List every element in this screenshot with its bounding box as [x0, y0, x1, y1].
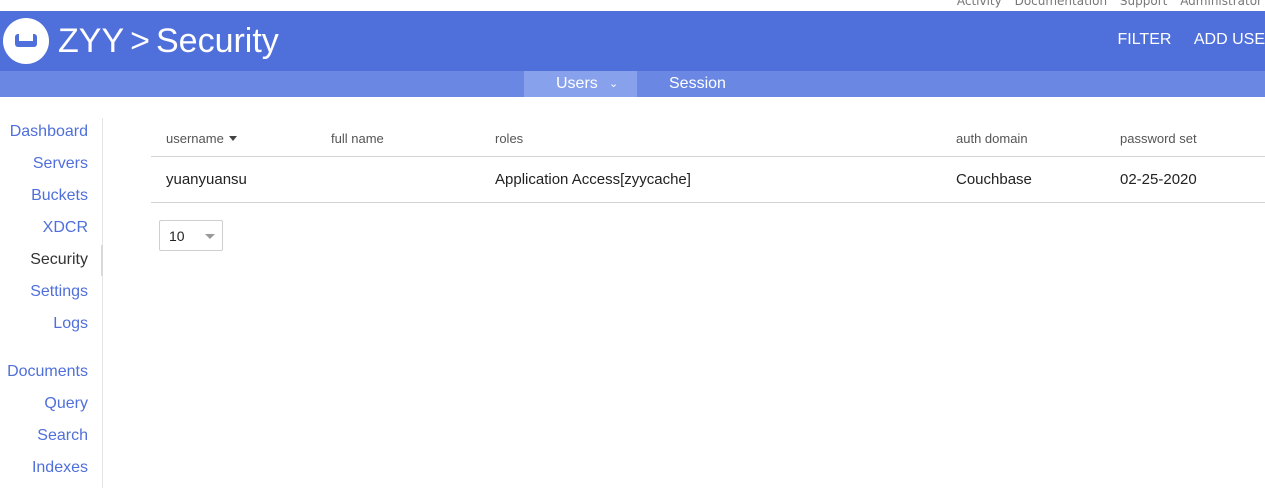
- column-header-password-set[interactable]: password set: [1120, 131, 1197, 146]
- current-item-marker: [101, 245, 103, 276]
- app-header: ZYY > Security FILTER ADD USE: [0, 11, 1265, 71]
- cell-password-set: 02-25-2020: [1120, 171, 1197, 188]
- dropdown-caret-icon: [205, 234, 215, 239]
- filter-button[interactable]: FILTER: [1117, 31, 1171, 48]
- page-title: ZYY > Security: [58, 21, 279, 61]
- table-row[interactable]: yuanyuansu Application Access[zyycache] …: [151, 157, 1265, 203]
- sidebar-item-xdcr[interactable]: XDCR: [43, 219, 88, 237]
- top-utility-bar: Activity Documentation Support Administr…: [0, 0, 1265, 11]
- breadcrumb-separator: >: [130, 22, 150, 60]
- table-header: username full name roles auth domain pas…: [151, 118, 1265, 157]
- caret-down-icon: [228, 136, 237, 141]
- tab-users-label: Users: [556, 75, 598, 92]
- cell-auth-domain: Couchbase: [956, 171, 1032, 188]
- cell-roles: Application Access[zyycache]: [495, 171, 691, 188]
- sub-navigation: Users ⌄ Session: [0, 71, 1265, 97]
- sidebar-item-indexes[interactable]: Indexes: [32, 459, 88, 477]
- tab-session[interactable]: Session: [669, 71, 726, 97]
- chevron-down-icon: ⌄: [609, 78, 619, 90]
- tab-users[interactable]: Users ⌄: [524, 71, 637, 97]
- cell-username: yuanyuansu: [166, 171, 247, 188]
- sidebar-item-search[interactable]: Search: [37, 427, 88, 445]
- sidebar-item-buckets[interactable]: Buckets: [31, 187, 88, 205]
- column-header-full-name[interactable]: full name: [331, 131, 384, 146]
- top-links: Activity Documentation Support Administr…: [948, 0, 1262, 8]
- couchbase-logo-icon[interactable]: [3, 18, 49, 64]
- sidebar-item-query[interactable]: Query: [44, 395, 88, 413]
- top-link-documentation[interactable]: Documentation: [1015, 0, 1108, 8]
- top-link-support[interactable]: Support: [1120, 0, 1167, 8]
- sidebar-item-documents[interactable]: Documents: [7, 363, 88, 381]
- cluster-name: ZYY: [58, 22, 125, 60]
- users-table: username full name roles auth domain pas…: [151, 118, 1265, 203]
- column-header-roles[interactable]: roles: [495, 131, 523, 146]
- sidebar-item-servers[interactable]: Servers: [33, 155, 88, 173]
- sidebar-item-dashboard[interactable]: Dashboard: [10, 123, 88, 141]
- top-link-administrator[interactable]: Administrator: [1180, 0, 1262, 8]
- column-header-auth-domain[interactable]: auth domain: [956, 131, 1028, 146]
- header-actions: FILTER ADD USE: [1099, 31, 1265, 49]
- section-name: Security: [155, 22, 279, 60]
- sidebar-item-logs[interactable]: Logs: [53, 315, 88, 333]
- sidebar-item-security[interactable]: Security: [30, 251, 88, 269]
- add-user-button[interactable]: ADD USE: [1194, 31, 1265, 48]
- column-header-username[interactable]: username: [166, 131, 237, 146]
- sidebar-item-settings[interactable]: Settings: [30, 283, 88, 301]
- top-link-activity[interactable]: Activity: [957, 0, 1002, 8]
- page-size-select[interactable]: 10: [159, 220, 223, 251]
- page-size-value: 10: [169, 228, 185, 244]
- sidebar: Dashboard Servers Buckets XDCR Security …: [0, 118, 103, 488]
